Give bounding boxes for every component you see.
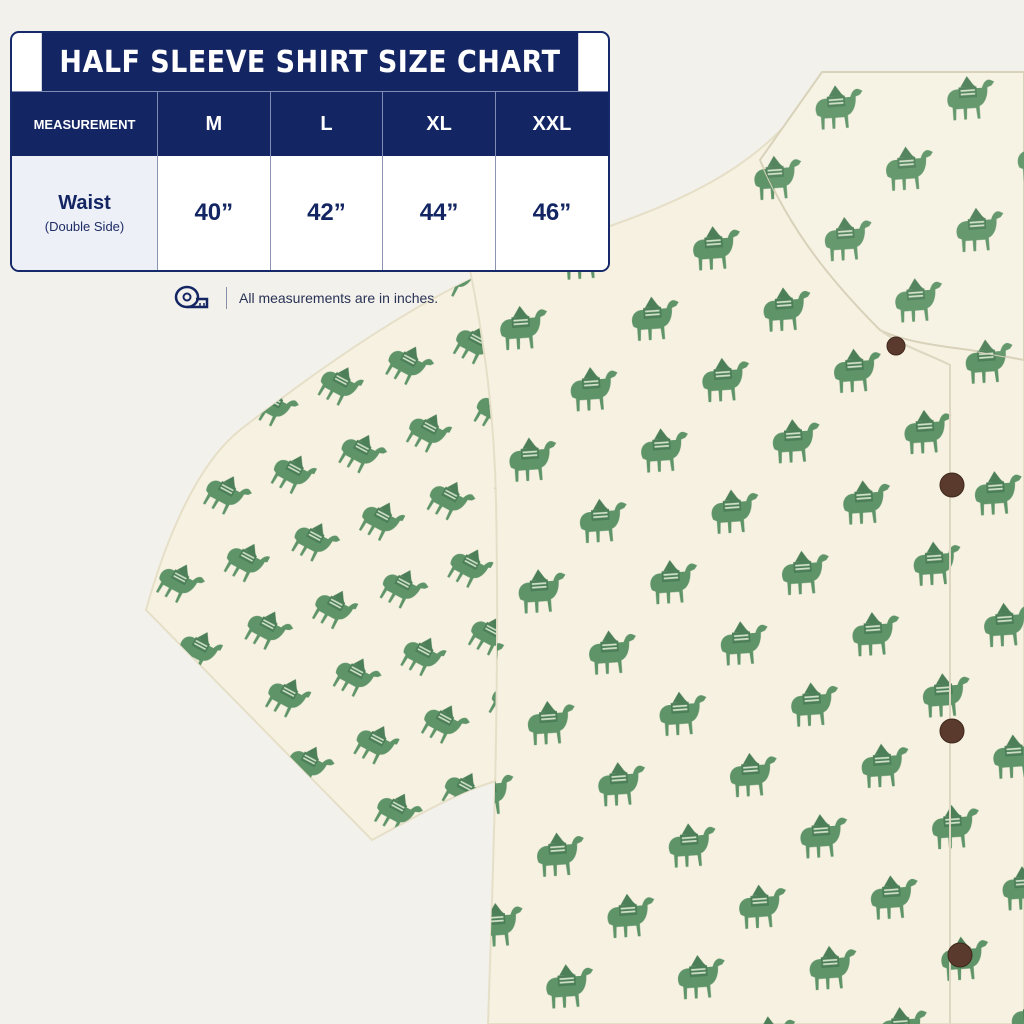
col-size-l: L (269, 91, 383, 156)
value-m: 40” (194, 199, 234, 226)
header-row: MEASUREMENT M L XL XXL (12, 91, 608, 156)
row-sublabel: (Double Side) (44, 219, 125, 234)
table-row: Waist (Double Side) 40” 42” 44” 46” (12, 156, 608, 270)
divider (226, 287, 227, 309)
row-label-cell: Waist (Double Side) (12, 156, 158, 270)
measurement-note: All measurements are in inches. (174, 284, 438, 312)
chart-title: HALF SLEEVE SHIRT SIZE CHART (41, 33, 579, 91)
col-measurement: MEASUREMENT (12, 91, 158, 156)
col-size-xxl: XXL (494, 91, 608, 156)
col-size-xl: XL (382, 91, 496, 156)
value-cell-xl: 44” (382, 156, 496, 270)
note-text: All measurements are in inches. (239, 290, 439, 306)
value-cell-xxl: 46” (494, 156, 608, 270)
size-table: MEASUREMENT M L XL XXL Waist (Double Sid… (12, 91, 608, 270)
value-xl: 44” (419, 199, 459, 226)
value-xxl: 46” (532, 199, 572, 226)
value-l: 42” (307, 199, 346, 226)
col-size-m: M (157, 91, 271, 156)
size-chart: HALF SLEEVE SHIRT SIZE CHART MEASUREMENT… (10, 31, 610, 272)
value-cell-m: 40” (157, 156, 271, 270)
row-label: Waist (58, 192, 111, 214)
measuring-tape-icon (174, 284, 210, 313)
value-cell-l: 42” (269, 156, 383, 270)
